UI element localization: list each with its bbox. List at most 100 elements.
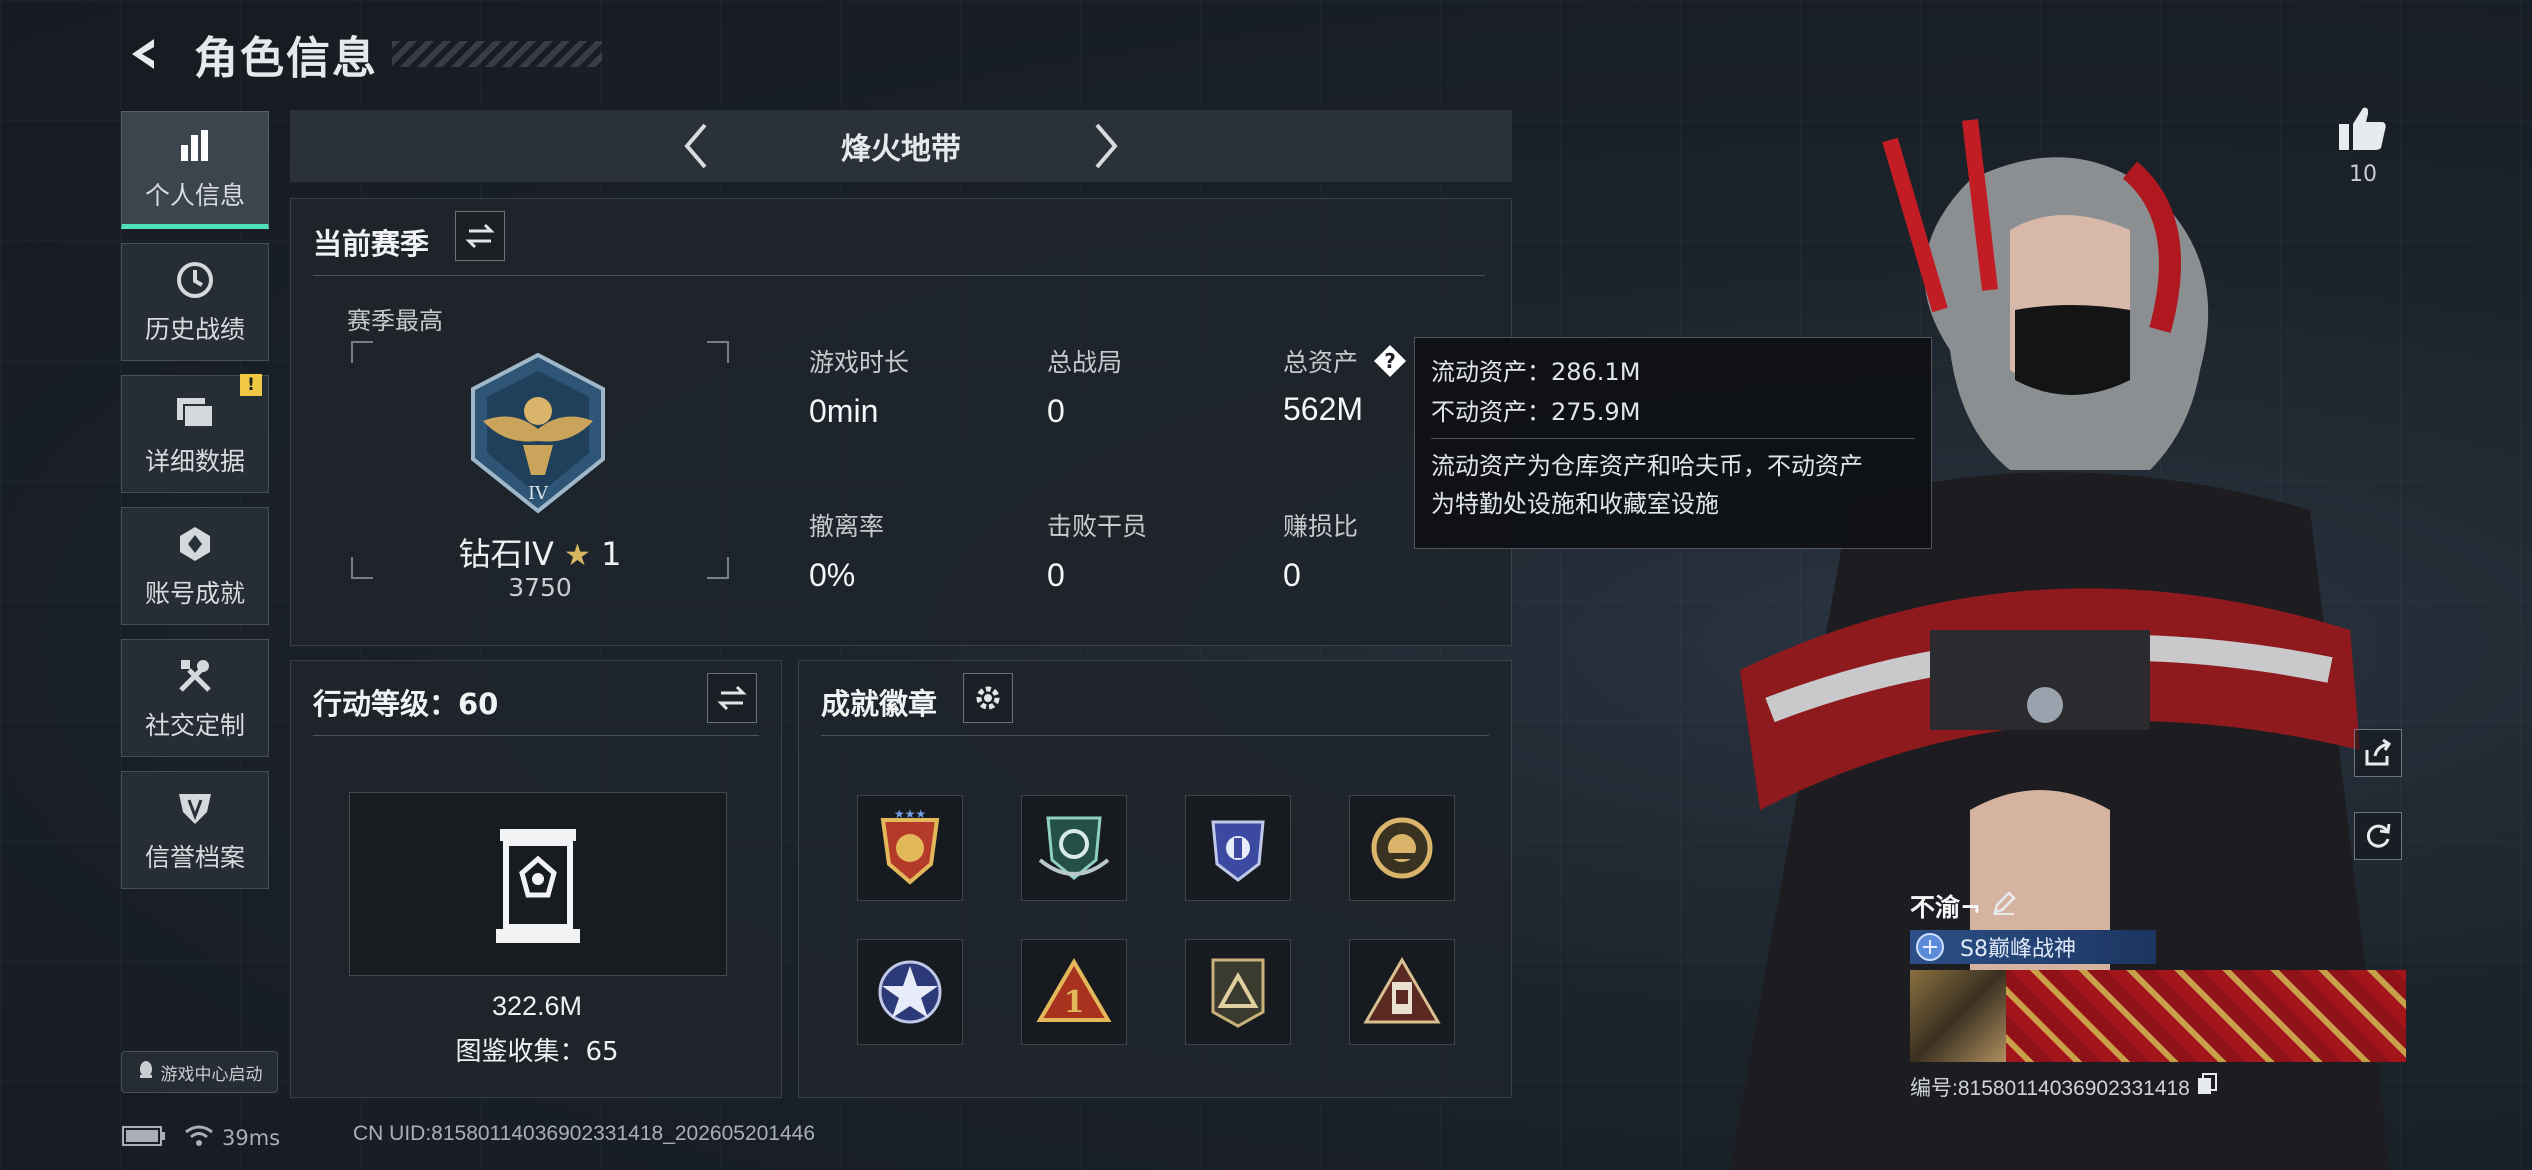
divider [821, 735, 1489, 736]
stat-profit-ratio: 赚损比 0 [1283, 507, 1358, 594]
star-icon: ★ [564, 538, 591, 573]
season-panel: 当前赛季 赛季最高 IV 钻石IV ★ 1 3750 游戏时长 0min 总战局… [290, 198, 1512, 646]
stat-kills: 击败干员 0 [1047, 507, 1147, 594]
qq-icon [137, 1060, 155, 1085]
next-mode-button[interactable] [1076, 116, 1136, 176]
sidebar-item-label: 历史战绩 [144, 315, 245, 344]
sidebar-item-label: 信誉档案 [144, 843, 245, 872]
player-name-row: 不渝¬ [1910, 888, 2406, 924]
sidebar-item-label: 详细数据 [144, 447, 245, 476]
wings-badge-icon [1038, 816, 1110, 880]
level-panel: 行动等级：60 322.6M 图鉴收集：65 [290, 660, 782, 1098]
bar-chart-icon [173, 124, 217, 168]
share-icon [2365, 738, 2392, 766]
sidebar-item-credit[interactable]: 信誉档案 [121, 771, 269, 889]
achievements-title: 成就徽章 [821, 687, 938, 721]
ping-value: 39ms [222, 1126, 281, 1150]
achievement-icon [173, 522, 217, 566]
level-switch-button[interactable] [707, 673, 757, 723]
stat-total-assets: 总资产 ? 562M [1283, 343, 1408, 428]
back-button[interactable] [120, 30, 168, 78]
badge-slot[interactable] [1021, 795, 1127, 901]
wifi-icon [184, 1124, 214, 1153]
achievements-panel: 成就徽章 ★★★ 1 [798, 660, 1512, 1098]
rank-name-row: 钻石IV ★ 1 [351, 529, 729, 575]
badge-slot[interactable] [1349, 795, 1455, 901]
stat-label: 撤离率 [809, 512, 885, 541]
sidebar-item-details[interactable]: ! 详细数据 [121, 374, 269, 493]
swap-icon [465, 223, 495, 249]
tools-icon [173, 654, 217, 698]
stat-label: 赚损比 [1283, 512, 1359, 541]
achievements-settings-button[interactable] [963, 673, 1013, 723]
season-best-label: 赛季最高 [347, 307, 443, 335]
stat-value: 0 [1283, 557, 1301, 593]
game-center-button[interactable]: 游戏中心启动 [121, 1051, 278, 1093]
stat-value: 0% [809, 557, 856, 593]
svg-text:★★★: ★★★ [894, 808, 926, 821]
collection-display [349, 792, 727, 976]
like-button[interactable]: 10 [2330, 104, 2396, 187]
prev-mode-button[interactable] [666, 116, 726, 176]
mode-name: 烽火地带 [841, 132, 961, 167]
sidebar-item-social[interactable]: 社交定制 [121, 639, 269, 757]
edit-icon[interactable] [1991, 890, 2017, 922]
title-emblem-icon [1916, 933, 1944, 961]
rank-points: 3750 [508, 573, 572, 602]
tooltip-fixed-assets: 不动资产：275.9M [1431, 398, 1641, 426]
refresh-icon [2366, 823, 2391, 848]
stat-total-matches: 总战局 0 [1047, 343, 1122, 430]
mode-selector: 烽火地带 [290, 110, 1512, 182]
share-button[interactable] [2354, 729, 2402, 777]
season-switch-button[interactable] [455, 211, 505, 261]
player-name: 不渝¬ [1910, 893, 1981, 922]
header: 角色信息 [120, 22, 602, 86]
sidebar-item-personal-info[interactable]: 个人信息 [121, 111, 269, 229]
badge-slot[interactable] [1185, 939, 1291, 1045]
badge-slot[interactable] [857, 939, 963, 1045]
frame-corner [707, 341, 729, 363]
sidebar-item-label: 账号成就 [144, 579, 245, 608]
game-center-label: 游戏中心启动 [160, 1064, 263, 1085]
badge-slot[interactable] [1185, 795, 1291, 901]
tooltip-description-1: 流动资产为仓库资产和哈夫币，不动资产 [1431, 452, 1863, 480]
tooltip-description-2: 为特勤处设施和收藏室设施 [1431, 490, 1719, 518]
sidebar-item-label: 社交定制 [144, 711, 245, 740]
uid-text: CN UID:815801140369023314​18_20260520144… [353, 1122, 816, 1145]
card-avatar [1910, 970, 2006, 1062]
stat-label: 游戏时长 [809, 348, 910, 377]
collection-value: 322.6M [491, 991, 583, 1021]
copy-icon[interactable] [2196, 1072, 2218, 1102]
season-title: 当前赛季 [313, 227, 430, 261]
rank-card: IV 钻石IV ★ 1 3750 [351, 341, 729, 602]
display-case-icon [496, 829, 580, 943]
tower-badge-icon [1363, 957, 1441, 1024]
badge-slot[interactable]: ★★★ [857, 795, 963, 901]
badge-slot[interactable]: 1 [1021, 939, 1127, 1045]
badge-slot[interactable] [1349, 939, 1455, 1045]
rotate-button[interactable] [2354, 812, 2402, 860]
stat-value: 0 [1047, 393, 1065, 429]
svg-text:1: 1 [1064, 985, 1085, 1020]
level-title: 行动等级：60 [313, 687, 499, 721]
gold-coin-badge-icon [1371, 817, 1433, 879]
title-badge: S8巅峰战神 [1910, 930, 2156, 964]
card-id-row: 编号:815801140369023314​18 [1910, 1072, 2406, 1102]
sidebar: 个人信息 历史战绩 ! 详细数据 账号成就 社交定制 信誉档案 [121, 111, 269, 903]
blue-star-badge-icon [878, 960, 942, 1024]
shield-icon [173, 786, 217, 830]
chevron-right-icon [1095, 123, 1118, 169]
collection-count: 图鉴收集：65 [455, 1037, 619, 1067]
stat-value: 0min [809, 393, 879, 429]
asset-tooltip: 流动资产：286.1M 不动资产：275.9M 流动资产为仓库资产和哈夫币，不动… [1414, 337, 1932, 549]
help-icon[interactable]: ? [1372, 343, 1408, 385]
status-bar: 39ms [122, 1120, 280, 1156]
like-count: 10 [2349, 162, 2377, 187]
stat-extract-rate: 撤离率 0% [809, 507, 884, 594]
thumbs-up-icon [2339, 107, 2386, 150]
sidebar-item-history[interactable]: 历史战绩 [121, 243, 269, 361]
sidebar-item-achievements[interactable]: 账号成就 [121, 507, 269, 625]
page-title: 角色信息 [194, 33, 378, 84]
stat-label-text: 总资产 [1283, 348, 1359, 377]
mountain-badge-icon [1211, 958, 1265, 1028]
